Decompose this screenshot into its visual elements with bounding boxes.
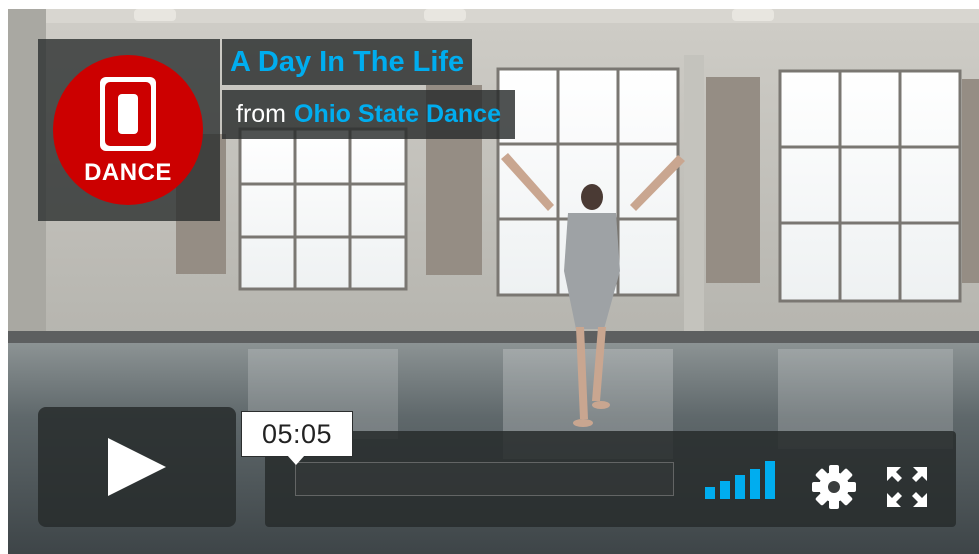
channel-link[interactable]: Ohio State Dance [294, 100, 501, 129]
channel-logo[interactable]: DANCE [38, 39, 220, 221]
video-title-link[interactable]: A Day In The Life [230, 46, 464, 79]
timestamp-tooltip: 05:05 [241, 411, 353, 457]
logo-label: DANCE [84, 159, 172, 186]
volume-bars-icon[interactable] [705, 461, 777, 499]
gear-icon[interactable] [812, 465, 856, 509]
video-player[interactable]: DANCE A Day In The Life from Ohio State … [8, 9, 979, 554]
video-byline: from Ohio State Dance [222, 90, 515, 139]
logo-badge: DANCE [53, 55, 203, 205]
byline-prefix: from [236, 100, 286, 128]
tooltip-pointer [287, 455, 305, 465]
video-title-box[interactable]: A Day In The Life [222, 39, 473, 85]
play-icon [108, 438, 166, 496]
progress-bar[interactable] [295, 462, 674, 496]
play-button[interactable] [38, 407, 236, 527]
control-bar [265, 431, 956, 527]
ohio-state-block-o-icon [100, 77, 156, 151]
fullscreen-icon[interactable] [887, 467, 927, 507]
